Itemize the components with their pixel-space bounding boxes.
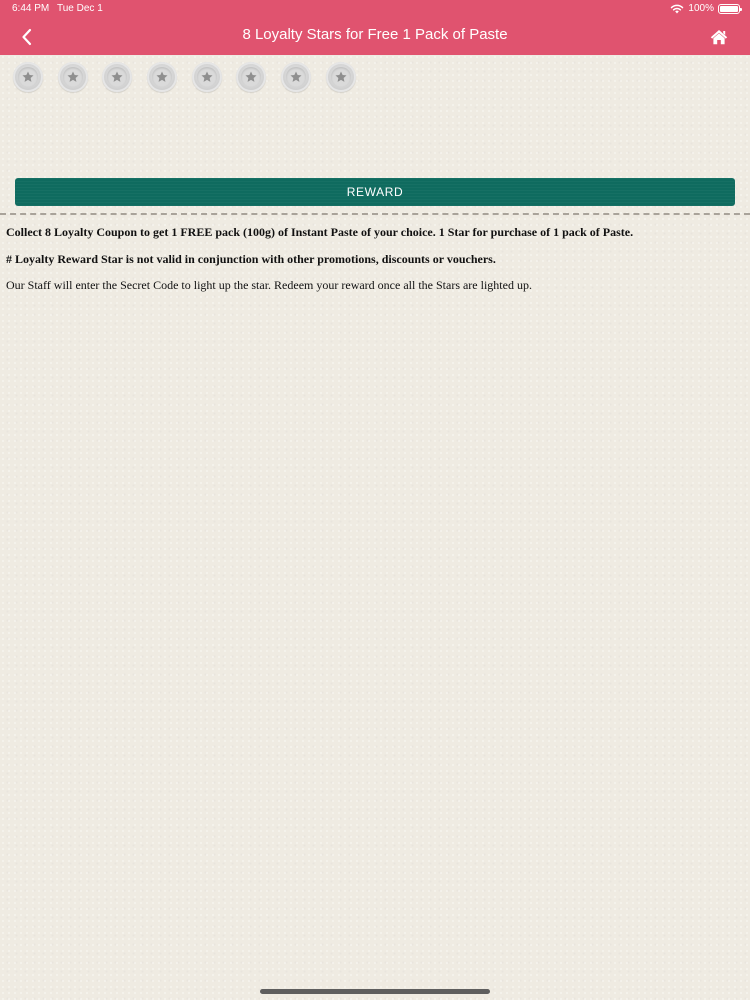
- star-icon: [290, 71, 302, 82]
- reward-instructions: Our Staff will enter the Secret Code to …: [6, 278, 532, 292]
- loyalty-star-slot: [281, 62, 312, 92]
- reward-description: Collect 8 Loyalty Coupon to get 1 FREE p…: [6, 225, 634, 239]
- star-icon: [335, 71, 347, 82]
- home-button[interactable]: [706, 24, 732, 50]
- status-indicators: 100%: [670, 0, 742, 18]
- star-badge: [18, 67, 38, 87]
- star-badge: [241, 67, 262, 87]
- chevron-left-icon: [22, 28, 32, 46]
- loyalty-star-slot: [325, 62, 356, 92]
- loyalty-star-slot: [147, 62, 178, 92]
- star-icon: [22, 71, 34, 82]
- status-date: Tue Dec 1: [57, 3, 103, 14]
- loyalty-star-slot: [13, 62, 43, 92]
- star-icon: [111, 71, 123, 82]
- home-icon: [710, 30, 728, 45]
- star-icon: [156, 71, 168, 82]
- home-indicator: [260, 989, 490, 994]
- star-badge: [107, 67, 128, 87]
- page-title: 8 Loyalty Stars for Free 1 Pack of Paste: [242, 26, 508, 43]
- wifi-icon: [671, 4, 684, 14]
- reward-terms: # Loyalty Reward Star is not valid in co…: [6, 252, 496, 266]
- app-header: 6:44 PM Tue Dec 1 100% 8 Loyalty Stars f…: [0, 0, 750, 55]
- loyalty-star-slot: [102, 62, 133, 92]
- reward-button[interactable]: REWARD: [15, 178, 735, 206]
- star-badge: [152, 67, 173, 87]
- battery-icon: [718, 4, 742, 14]
- star-icon: [201, 71, 213, 82]
- loyalty-stars-row: [13, 62, 356, 92]
- back-button[interactable]: [14, 24, 40, 50]
- star-badge: [286, 67, 307, 87]
- status-time: 6:44 PM: [12, 3, 50, 14]
- status-bar: 6:44 PM Tue Dec 1 100%: [0, 0, 750, 18]
- loyalty-star-slot: [236, 62, 267, 92]
- dashed-divider: [0, 213, 750, 215]
- battery-fill: [720, 6, 738, 12]
- star-badge: [330, 67, 351, 87]
- star-badge: [196, 67, 217, 87]
- star-icon: [67, 71, 79, 82]
- star-icon: [245, 71, 257, 82]
- loyalty-star-slot: [57, 62, 88, 92]
- star-badge: [62, 67, 83, 87]
- battery-percent: 100%: [688, 3, 714, 14]
- loyalty-star-slot: [191, 62, 222, 92]
